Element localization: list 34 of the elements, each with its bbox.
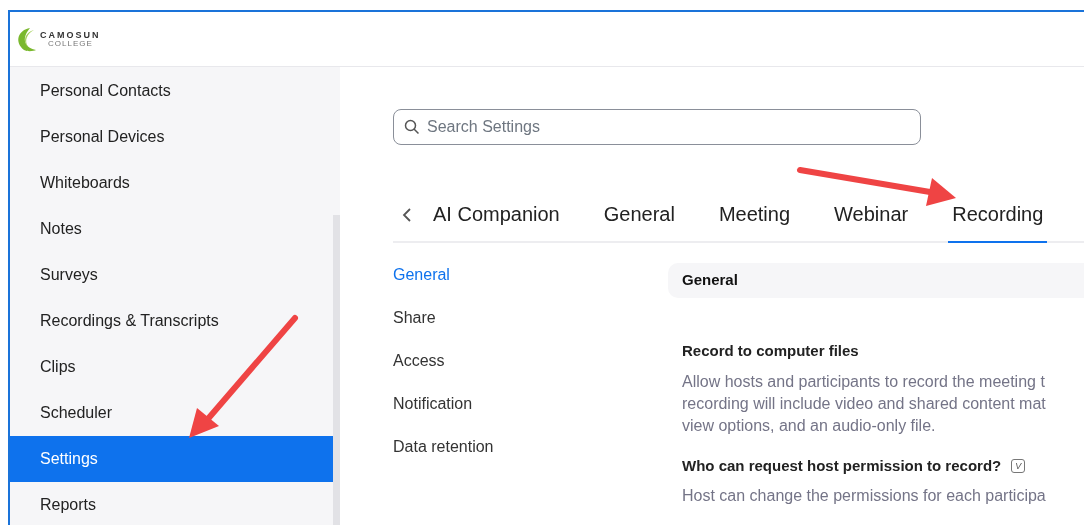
sidebar-item[interactable]: Settings: [10, 436, 333, 482]
setting-description: Host can change the permissions for each participa: [682, 486, 1047, 506]
setting-title: Record to computer files: [682, 341, 859, 361]
search-icon: [404, 119, 420, 135]
plan-badge: V: [1011, 458, 1026, 473]
search-field[interactable]: Search Settings: [393, 109, 921, 145]
sidebar-item[interactable]: Reports: [10, 482, 333, 525]
sidebar-item[interactable]: Scheduler: [10, 390, 333, 436]
section-header: General: [668, 263, 1084, 298]
setting-description: recording will include video and shared content mat: [682, 393, 1047, 414]
setting-description: view options, and an audio-only file.: [682, 415, 937, 436]
subnav-link[interactable]: General: [393, 263, 450, 287]
sidebar-item[interactable]: Personal Devices: [10, 114, 333, 160]
tab[interactable]: AI Companion: [429, 199, 564, 243]
tab[interactable]: Webinar: [830, 199, 913, 243]
sidebar-item[interactable]: Clips: [10, 344, 333, 390]
subnav-link[interactable]: Access: [393, 349, 445, 373]
setting-description: Allow hosts and participants to record the meeting t: [682, 371, 1046, 392]
subnav-link[interactable]: Notification: [393, 392, 473, 416]
chevron-left-icon[interactable]: [402, 208, 412, 222]
sidebar-item[interactable]: Personal Contacts: [10, 68, 333, 114]
scrollbar[interactable]: [333, 215, 340, 525]
sidebar-item[interactable]: Recordings & Transcripts: [10, 298, 333, 344]
tab[interactable]: Recording: [948, 199, 1048, 243]
subnav-link[interactable]: Share: [393, 306, 436, 330]
sidebar-item[interactable]: Surveys: [10, 252, 333, 298]
logo-name: CAMOSUN: [40, 30, 101, 40]
setting-title: Who can request host permission to record?: [682, 455, 1002, 476]
tab[interactable]: Meeting: [714, 199, 795, 243]
tab[interactable]: General: [599, 199, 679, 243]
logo-subtitle: COLLEGE: [47, 39, 94, 48]
subnav-link[interactable]: Data retention: [393, 435, 494, 459]
sidebar-item[interactable]: Whiteboards: [10, 160, 333, 206]
sidebar-item[interactable]: Notes: [10, 206, 333, 252]
